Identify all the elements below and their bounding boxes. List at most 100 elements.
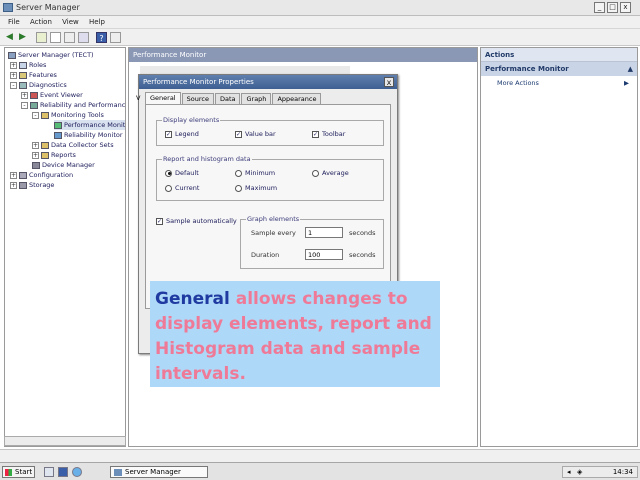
- tutorial-callout: General allows changes to display elemen…: [150, 281, 440, 387]
- display-elements-group: Display elements ✓ Legend ✓ Value bar ✓ Too…: [156, 116, 384, 146]
- current-radio[interactable]: Current: [165, 184, 199, 192]
- value-bar-checkbox[interactable]: ✓ Value bar: [235, 130, 276, 138]
- reliability-icon: [54, 131, 62, 139]
- tree-item-monitoring-tools[interactable]: - Monitoring Tools: [32, 110, 104, 120]
- properties-icon[interactable]: [64, 32, 75, 43]
- menu-file[interactable]: File: [8, 18, 20, 26]
- sample-every-input[interactable]: 1: [305, 227, 343, 238]
- more-actions-item[interactable]: More Actions ▶: [481, 76, 637, 90]
- partial-text: V: [136, 94, 141, 102]
- collapse-icon[interactable]: -: [32, 111, 39, 119]
- tree-item-storage[interactable]: + Storage: [10, 180, 54, 190]
- event-viewer-icon: [30, 91, 38, 99]
- server-manager-quicklaunch-icon[interactable]: [44, 467, 54, 477]
- tree-item-roles[interactable]: + Roles: [10, 60, 46, 70]
- features-icon: [19, 71, 27, 79]
- minimum-radio[interactable]: Minimum: [235, 169, 275, 177]
- expand-icon[interactable]: +: [21, 91, 28, 99]
- tab-data[interactable]: Data: [214, 93, 241, 104]
- tree-item-reports[interactable]: + Reports: [32, 150, 76, 160]
- window-title: Server Manager: [16, 3, 80, 12]
- export-icon[interactable]: [78, 32, 89, 43]
- window-titlebar: Server Manager _ □ x: [0, 0, 640, 16]
- collapse-arrow-icon[interactable]: ▲: [628, 65, 633, 73]
- tab-appearance[interactable]: Appearance: [272, 93, 322, 104]
- folder-icon: [41, 141, 49, 149]
- taskbar-server-manager-button[interactable]: Server Manager: [110, 466, 208, 478]
- diagnostics-icon: [19, 81, 27, 89]
- tree-item-features[interactable]: + Features: [10, 70, 57, 80]
- back-arrow-icon[interactable]: ◀: [4, 32, 15, 43]
- tree-item-performance-monitor[interactable]: Performance Monit: [54, 120, 125, 130]
- legend-checkbox[interactable]: ✓ Legend: [165, 130, 199, 138]
- tree-item-device-manager[interactable]: Device Manager: [32, 160, 95, 170]
- internet-explorer-icon[interactable]: [72, 467, 82, 477]
- menu-help[interactable]: Help: [89, 18, 105, 26]
- tab-general[interactable]: General: [145, 92, 181, 104]
- duration-label: Duration: [251, 251, 280, 259]
- tab-graph[interactable]: Graph: [241, 93, 272, 104]
- speaker-icon[interactable]: ◈: [577, 468, 582, 476]
- roles-icon: [19, 61, 27, 69]
- tree-item-diagnostics[interactable]: - Diagnostics: [10, 80, 67, 90]
- tree-horizontal-scrollbar[interactable]: [4, 436, 126, 446]
- maximum-radio[interactable]: Maximum: [235, 184, 277, 192]
- console-icon[interactable]: [110, 32, 121, 43]
- main-toolbar: ◀ ▶ ?: [0, 29, 640, 46]
- graph-elements-group: Graph elements Sample every 1 seconds Du…: [240, 215, 384, 269]
- tree-item-reliability-performance[interactable]: - Reliability and Performance: [21, 100, 125, 110]
- actions-pane: Actions Performance Monitor ▲ More Actio…: [480, 47, 638, 447]
- up-folder-icon[interactable]: [36, 32, 47, 43]
- expand-icon[interactable]: +: [32, 141, 39, 149]
- start-button[interactable]: Start: [2, 466, 35, 478]
- forward-arrow-icon[interactable]: ▶: [17, 32, 28, 43]
- collapse-icon[interactable]: -: [21, 101, 28, 109]
- sample-automatically-checkbox[interactable]: ✓ Sample automatically: [156, 217, 237, 225]
- expand-icon[interactable]: +: [10, 71, 17, 79]
- expand-icon[interactable]: +: [10, 61, 17, 69]
- clock: 14:34: [612, 468, 633, 476]
- configuration-icon: [19, 171, 27, 179]
- close-window-button[interactable]: x: [620, 2, 631, 13]
- duration-unit: seconds: [349, 251, 376, 259]
- expand-icon[interactable]: +: [10, 171, 17, 179]
- tree-item-configuration[interactable]: + Configuration: [10, 170, 73, 180]
- average-radio[interactable]: Average: [312, 169, 349, 177]
- server-manager-app-icon: [3, 3, 13, 12]
- report-histogram-group: Report and histogram data Default Minimu…: [156, 155, 384, 201]
- dialog-close-button[interactable]: x: [384, 77, 394, 87]
- folder-icon: [41, 111, 49, 119]
- expand-icon[interactable]: +: [10, 181, 17, 189]
- expand-icon[interactable]: +: [32, 151, 39, 159]
- dialog-titlebar: Performance Monitor Properties x: [139, 75, 397, 89]
- powershell-quicklaunch-icon[interactable]: [58, 467, 68, 477]
- center-pane-title: Performance Monitor: [129, 48, 477, 62]
- sample-every-label: Sample every: [251, 229, 296, 237]
- callout-keyword: General: [155, 289, 230, 309]
- tree-item-reliability-monitor[interactable]: Reliability Monitor: [54, 130, 123, 140]
- collapse-icon[interactable]: -: [10, 81, 17, 89]
- actions-section-performance-monitor[interactable]: Performance Monitor ▲: [481, 62, 637, 76]
- menu-view[interactable]: View: [62, 18, 79, 26]
- tab-source[interactable]: Source: [181, 93, 214, 104]
- system-tray: ◂ ◈ 14:34: [562, 466, 638, 478]
- help-icon[interactable]: ?: [96, 32, 107, 43]
- network-icon[interactable]: ◂: [567, 468, 571, 476]
- sample-every-unit: seconds: [349, 229, 376, 237]
- storage-icon: [19, 181, 27, 189]
- menu-bar: File Action View Help: [0, 16, 640, 29]
- maximize-button[interactable]: □: [607, 2, 618, 13]
- taskbar: Start Server Manager ◂ ◈ 14:34: [0, 462, 640, 480]
- monitor-chart-icon: [54, 121, 62, 129]
- show-hide-tree-icon[interactable]: [50, 32, 61, 43]
- duration-input[interactable]: 100: [305, 249, 343, 260]
- menu-action[interactable]: Action: [30, 18, 52, 26]
- server-icon: [8, 51, 16, 59]
- toolbar-checkbox[interactable]: ✓ Toolbar: [312, 130, 345, 138]
- tree-item-event-viewer[interactable]: + Event Viewer: [21, 90, 83, 100]
- tree-item-data-collector-sets[interactable]: + Data Collector Sets: [32, 140, 114, 150]
- navigation-tree: Server Manager (TECT) + Roles + Features…: [4, 47, 126, 447]
- default-radio[interactable]: Default: [165, 169, 199, 177]
- minimize-button[interactable]: _: [594, 2, 605, 13]
- tree-item-server-manager[interactable]: Server Manager (TECT): [8, 50, 94, 60]
